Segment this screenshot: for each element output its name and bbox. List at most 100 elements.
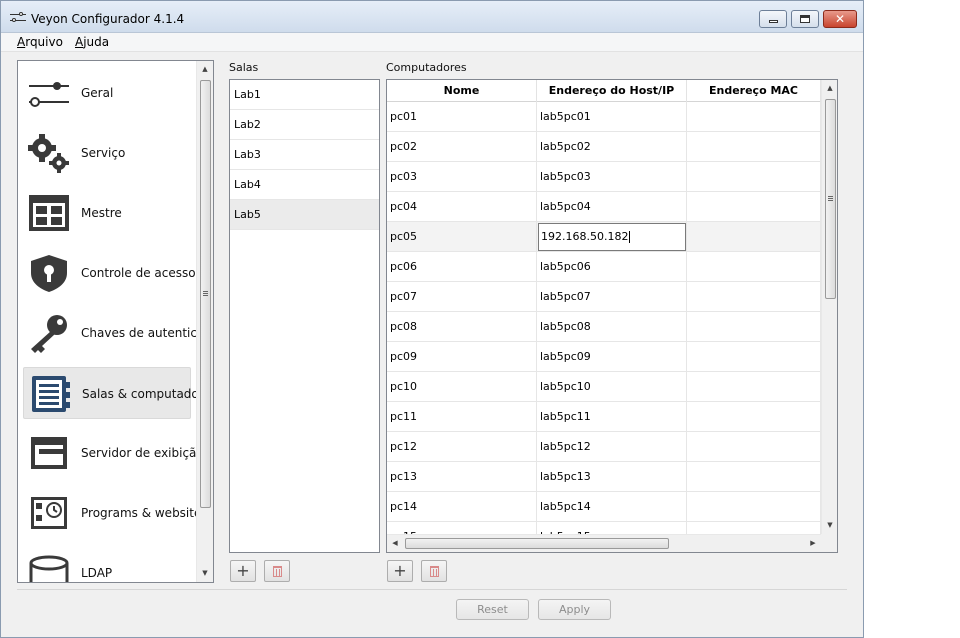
table-row-editing[interactable]: pc05 192.168.50.182 — [387, 222, 821, 252]
cell-mac[interactable] — [687, 312, 821, 342]
cell-mac[interactable] — [687, 282, 821, 312]
table-vscroll-thumb[interactable] — [825, 99, 836, 299]
room-item-lab3[interactable]: Lab3 — [230, 140, 379, 170]
table-row[interactable]: pc14 lab5pc14 — [387, 492, 821, 522]
cell-name[interactable]: pc02 — [387, 132, 537, 162]
nav-item-mestre[interactable]: Mestre — [23, 187, 191, 239]
table-horizontal-scrollbar[interactable]: ◀ ▶ — [387, 534, 821, 552]
cell-name[interactable]: pc10 — [387, 372, 537, 402]
table-row-partial[interactable]: pc15 lab5pc15 — [387, 522, 821, 534]
cell-host[interactable]: lab5pc03 — [537, 162, 687, 192]
scroll-up-icon[interactable]: ▲ — [197, 61, 213, 78]
scroll-right-icon[interactable]: ▶ — [805, 535, 821, 552]
cell-name[interactable]: pc05 — [387, 222, 537, 252]
cell-name[interactable]: pc07 — [387, 282, 537, 312]
nav-item-ldap[interactable]: LDAP — [23, 547, 191, 582]
cell-name[interactable]: pc09 — [387, 342, 537, 372]
cell-host[interactable]: lab5pc07 — [537, 282, 687, 312]
table-row[interactable]: pc11 lab5pc11 — [387, 402, 821, 432]
cell-name[interactable]: pc15 — [387, 522, 537, 534]
cell-host[interactable]: lab5pc14 — [537, 492, 687, 522]
cell-name[interactable]: pc06 — [387, 252, 537, 282]
cell-name[interactable]: pc14 — [387, 492, 537, 522]
cell-host[interactable]: lab5pc06 — [537, 252, 687, 282]
reset-button[interactable]: Reset — [456, 599, 529, 620]
nav-item-servico[interactable]: Serviço — [23, 127, 191, 179]
cell-host[interactable]: lab5pc04 — [537, 192, 687, 222]
cell-host[interactable]: lab5pc10 — [537, 372, 687, 402]
scroll-up-icon[interactable]: ▲ — [822, 80, 837, 97]
add-computer-button[interactable]: + — [387, 560, 413, 582]
cell-host[interactable]: lab5pc02 — [537, 132, 687, 162]
host-edit-field[interactable]: 192.168.50.182 — [538, 223, 686, 251]
table-row[interactable]: pc10 lab5pc10 — [387, 372, 821, 402]
cell-host[interactable]: lab5pc12 — [537, 432, 687, 462]
nav-item-controle-de-acesso[interactable]: Controle de acesso — [23, 247, 196, 299]
cell-host[interactable]: lab5pc15 — [537, 522, 687, 534]
cell-mac[interactable] — [687, 102, 821, 132]
nav-scroll-thumb[interactable] — [200, 80, 211, 508]
maximize-button[interactable] — [791, 10, 819, 28]
cell-host[interactable]: lab5pc13 — [537, 462, 687, 492]
table-row[interactable]: pc06 lab5pc06 — [387, 252, 821, 282]
nav-item-chaves-de-autenticacao[interactable]: Chaves de autenticaç — [23, 307, 211, 359]
cell-host[interactable]: lab5pc09 — [537, 342, 687, 372]
cell-name[interactable]: pc01 — [387, 102, 537, 132]
cell-host-editor[interactable]: 192.168.50.182 — [537, 222, 687, 252]
table-vertical-scrollbar[interactable]: ▲ ▼ — [821, 80, 837, 534]
room-item-lab5[interactable]: Lab5 — [230, 200, 379, 230]
cell-name[interactable]: pc11 — [387, 402, 537, 432]
nav-item-programs-websites[interactable]: Programs & websites — [23, 487, 208, 539]
remove-computer-button[interactable] — [421, 560, 447, 582]
scroll-down-icon[interactable]: ▼ — [197, 565, 213, 582]
table-row[interactable]: pc07 lab5pc07 — [387, 282, 821, 312]
close-button[interactable]: ✕ — [823, 10, 857, 28]
cell-mac[interactable] — [687, 372, 821, 402]
menu-ajuda[interactable]: Ajuda — [75, 35, 109, 49]
cell-name[interactable]: pc03 — [387, 162, 537, 192]
cell-name[interactable]: pc08 — [387, 312, 537, 342]
menu-arquivo[interactable]: Arquivo — [17, 35, 63, 49]
minimize-button[interactable] — [759, 10, 787, 28]
cell-host[interactable]: lab5pc08 — [537, 312, 687, 342]
table-row[interactable]: pc13 lab5pc13 — [387, 462, 821, 492]
add-room-button[interactable]: + — [230, 560, 256, 582]
remove-room-button[interactable] — [264, 560, 290, 582]
cell-mac[interactable] — [687, 432, 821, 462]
table-row[interactable]: pc01 lab5pc01 — [387, 102, 821, 132]
cell-mac[interactable] — [687, 192, 821, 222]
cell-name[interactable]: pc04 — [387, 192, 537, 222]
room-item-lab2[interactable]: Lab2 — [230, 110, 379, 140]
column-header-nome[interactable]: Nome — [387, 80, 537, 102]
table-row[interactable]: pc03 lab5pc03 — [387, 162, 821, 192]
table-row[interactable]: pc09 lab5pc09 — [387, 342, 821, 372]
nav-item-geral[interactable]: Geral — [23, 67, 191, 119]
cell-mac[interactable] — [687, 522, 821, 534]
cell-mac[interactable] — [687, 132, 821, 162]
table-row[interactable]: pc04 lab5pc04 — [387, 192, 821, 222]
apply-button[interactable]: Apply — [538, 599, 611, 620]
room-item-lab1[interactable]: Lab1 — [230, 80, 379, 110]
cell-mac[interactable] — [687, 342, 821, 372]
cell-mac[interactable] — [687, 492, 821, 522]
cell-mac[interactable] — [687, 402, 821, 432]
scroll-left-icon[interactable]: ◀ — [387, 535, 403, 552]
cell-host[interactable]: lab5pc11 — [537, 402, 687, 432]
nav-item-servidor-de-exibicao[interactable]: Servidor de exibição — [23, 427, 204, 479]
scroll-down-icon[interactable]: ▼ — [822, 517, 837, 534]
cell-mac[interactable] — [687, 462, 821, 492]
column-header-host[interactable]: Endereço do Host/IP — [537, 80, 687, 102]
nav-scrollbar[interactable]: ▲ ▼ — [196, 61, 213, 582]
cell-host[interactable]: lab5pc01 — [537, 102, 687, 132]
room-item-lab4[interactable]: Lab4 — [230, 170, 379, 200]
nav-item-salas-computadores[interactable]: Salas & computadore — [23, 367, 211, 419]
cell-name[interactable]: pc12 — [387, 432, 537, 462]
table-hscroll-thumb[interactable] — [405, 538, 669, 549]
cell-mac[interactable] — [687, 252, 821, 282]
cell-name[interactable]: pc13 — [387, 462, 537, 492]
table-row[interactable]: pc02 lab5pc02 — [387, 132, 821, 162]
table-row[interactable]: pc08 lab5pc08 — [387, 312, 821, 342]
column-header-mac[interactable]: Endereço MAC — [687, 80, 821, 102]
cell-mac[interactable] — [687, 162, 821, 192]
cell-mac[interactable] — [687, 222, 821, 252]
